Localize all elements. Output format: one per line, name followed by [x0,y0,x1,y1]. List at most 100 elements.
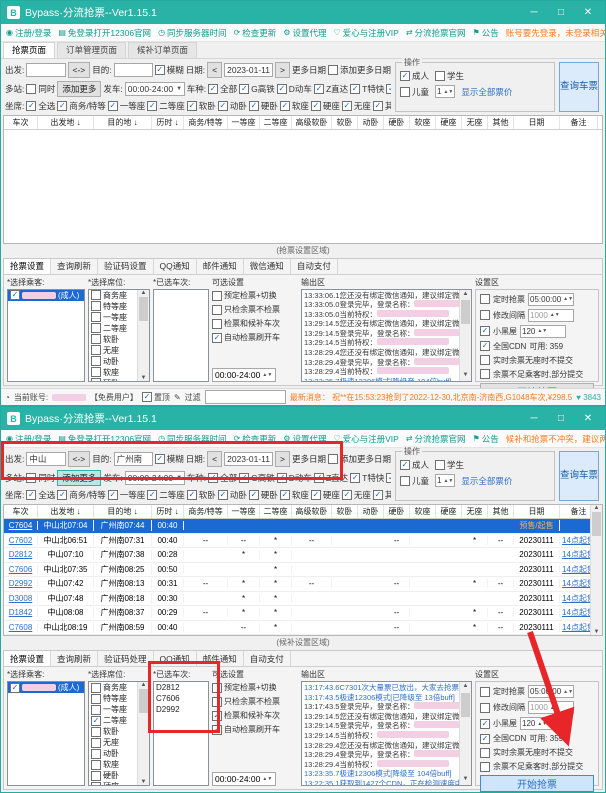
passenger-listbox[interactable]: (成人) [7,681,85,786]
table-row[interactable]: C7606中山北07:35广州南08:2500:50*2023011114点起售 [4,563,602,578]
train-type-checkbox-5[interactable]: K快速 [386,472,391,484]
checkbox-icon[interactable] [480,294,490,304]
option-time-range-input[interactable]: 00:00-24:00▲▼ [212,772,276,786]
seat-listbox[interactable]: 商务座特等座一等座二等座软卧无座动卧软座硬卧硬座▲▼ [88,681,150,786]
settings-tab-1[interactable]: 查询刷新 [51,259,98,274]
seat-type-checkbox-8[interactable]: 硬座 [311,100,340,112]
settings-tab-6[interactable]: 自动支付 [291,259,338,274]
column-header[interactable]: 车次 [4,116,38,129]
train-number-link[interactable]: D2992 [4,579,38,588]
option-checkbox-1[interactable]: 只检余票不检票 [212,697,298,707]
fuzzy-checkbox[interactable]: 模糊 [155,64,184,76]
seat-list-scrollbar[interactable]: ▲▼ [137,682,149,785]
train-type-checkbox-2[interactable]: D动车 [277,83,312,95]
column-header[interactable]: 商务/特等 [184,505,228,518]
column-header[interactable]: 一等座 [228,116,260,129]
filter-input[interactable] [205,390,286,404]
column-header[interactable]: 商务/特等 [184,116,228,129]
depart-time-select[interactable]: 00:00-24:00▼ [125,82,185,96]
scroll-down-icon[interactable]: ▼ [594,629,600,635]
selected-train-item[interactable]: C7606 [154,693,208,704]
selected-train-item[interactable]: D2992 [154,704,208,715]
option-checkbox-0[interactable]: 预定检票+切换 [212,291,298,301]
checkbox-icon[interactable] [480,748,490,758]
table-row[interactable]: C7608中山北08:19广州南08:5900:40--*--*--202301… [4,621,602,636]
setting-value-input[interactable]: 05:00:00▲▼ [528,685,574,698]
close-button[interactable]: ✕ [577,411,599,427]
column-header[interactable]: 无座 [462,505,488,518]
add-more-dates-checkbox[interactable]: 添加更多日期 [328,453,391,465]
seat-type-checkbox-0[interactable]: 全选 [26,100,55,112]
scrollbar-thumb[interactable] [461,693,470,717]
column-header[interactable]: 备注 [560,116,598,129]
depart-time-select[interactable]: 00:00-24:00▼ [125,471,185,485]
adult-checkbox[interactable]: 成人 [400,70,429,82]
scroll-up-icon[interactable]: ▲ [463,290,469,300]
same-time-checkbox[interactable]: 同时 [26,472,55,484]
column-header[interactable]: 硬座 [436,505,462,518]
setting-value-input[interactable]: 120▲▼ [520,325,566,338]
scroll-down-icon[interactable]: ▼ [463,371,469,381]
seat-type-checkbox-2[interactable]: 一等座 [108,489,146,501]
train-type-checkbox-4[interactable]: T特快 [350,83,384,95]
column-header[interactable]: 动卧 [358,116,384,129]
menu-item-sync-time[interactable]: ◷同步服务器时间 [158,433,227,445]
passenger-listbox[interactable]: (成人) [7,289,85,383]
pin-checkbox[interactable]: 置顶 [142,392,170,403]
menu-item-official-site[interactable]: ⇄分流抢票官网 [406,433,466,445]
column-header[interactable]: 其他 [488,116,514,129]
option-checkbox-0[interactable]: 预定检票+切换 [212,683,298,693]
scroll-down-icon[interactable]: ▼ [141,375,147,381]
column-header[interactable]: 车次 [4,505,38,518]
child-checkbox[interactable]: 儿童 [400,475,429,487]
setting-value-input[interactable]: 1000▲▼ [528,701,574,714]
date-next-button[interactable]: > [275,451,290,467]
column-header[interactable]: 软卧 [332,116,358,129]
page-tab-2[interactable]: 候补订单页面 [128,42,197,58]
train-type-checkbox-4[interactable]: T特快 [350,472,384,484]
menu-item-announcement[interactable]: ⚑公告 [473,433,499,445]
menu-item-announcement[interactable]: ⚑公告 [473,27,499,39]
checkbox-icon[interactable] [480,719,490,729]
train-type-checkbox-1[interactable]: G高铁 [239,472,275,484]
checkbox-icon[interactable] [480,762,490,772]
train-number-link[interactable]: C7606 [4,565,38,574]
swap-stations-button[interactable]: <-> [68,451,91,467]
seat-type-checkbox-4[interactable]: 软卧 [187,100,216,112]
menu-item-sync-time[interactable]: ◷同步服务器时间 [158,27,227,39]
show-all-price-link[interactable]: 显示全部票价 [461,86,512,98]
seat-type-checkbox-6[interactable]: 硬卧 [249,100,278,112]
scroll-up-icon[interactable]: ▲ [141,682,147,688]
column-header[interactable]: 二等座 [260,116,292,129]
seat-type-checkbox-6[interactable]: 硬卧 [249,489,278,501]
scroll-up-icon[interactable]: ▲ [141,290,147,296]
train-number-link[interactable]: C7604 [4,521,38,530]
menu-item-check-update[interactable]: ⟳检查更新 [234,27,277,39]
minimize-button[interactable]: ─ [523,411,545,427]
seat-type-checkbox-4[interactable]: 软卧 [187,489,216,501]
dest-input[interactable]: 广州南 [114,452,153,466]
output-log-box[interactable]: 13:17:43.6C7301次大量票已放出，大家去抢票，可见证就绪模式。13:… [301,681,472,786]
menu-item-check-update[interactable]: ⟳检查更新 [234,433,277,445]
checkbox-icon[interactable] [480,355,490,365]
seat-type-checkbox-7[interactable]: 软座 [280,100,309,112]
date-prev-button[interactable]: < [207,451,222,467]
same-time-checkbox[interactable]: 同时 [26,83,55,95]
train-number-link[interactable]: C7602 [4,536,38,545]
menu-item-vip[interactable]: ♡爱心与注册VIP [333,27,398,39]
column-header[interactable]: 历时 ↓ [152,116,184,129]
show-all-price-link[interactable]: 显示全部票价 [461,475,512,487]
page-tab-1[interactable]: 订单管理页面 [57,42,126,58]
column-header[interactable]: 出发地 ↓ [38,505,94,518]
swap-stations-button[interactable]: <-> [68,62,91,78]
train-type-checkbox-1[interactable]: G高铁 [239,83,275,95]
train-type-checkbox-0[interactable]: 全部 [208,83,237,95]
student-checkbox[interactable]: 学生 [435,70,464,82]
column-header[interactable]: 硬座 [436,116,462,129]
column-header[interactable]: 软座 [410,116,436,129]
seat-list-scrollbar[interactable]: ▲▼ [137,290,149,382]
column-header[interactable]: 硬卧 [384,116,410,129]
column-header[interactable]: 目的地 ↓ [94,116,152,129]
settings-tab-0[interactable]: 抢票设置 [4,259,51,274]
checkbox-icon[interactable] [480,310,490,320]
